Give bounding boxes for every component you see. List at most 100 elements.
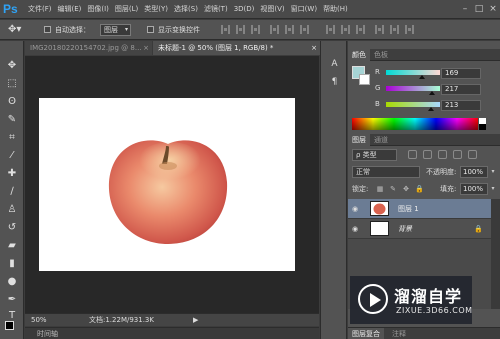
tab-color[interactable]: 颜色 [348, 49, 370, 61]
gradient-tool-icon[interactable]: ▮ [5, 257, 19, 270]
lock-position-icon[interactable]: ✥ [402, 185, 410, 193]
opacity-input[interactable]: 100% [460, 166, 488, 178]
layers-scrollbar[interactable] [491, 199, 500, 309]
menu-edit[interactable]: 编辑(E) [58, 0, 82, 19]
eraser-tool-icon[interactable]: ▰ [5, 239, 19, 252]
align-vcenter-icon[interactable] [236, 25, 245, 34]
menu-help[interactable]: 帮助(H) [323, 0, 348, 19]
eyedropper-tool-icon[interactable]: ⁄ [5, 149, 19, 162]
lock-all-icon[interactable]: 🔒 [415, 185, 424, 193]
menu-type[interactable]: 类型(Y) [144, 0, 168, 19]
history-brush-tool-icon[interactable]: ↺ [5, 221, 19, 234]
auto-select-dropdown[interactable]: 图层 ▾ [100, 24, 131, 36]
tab-layers[interactable]: 图层 [348, 134, 370, 146]
menu-select[interactable]: 选择(S) [174, 0, 198, 19]
blue-value-input[interactable]: 213 [441, 100, 481, 111]
tab-channels[interactable]: 通道 [370, 134, 392, 146]
menu-image[interactable]: 图像(I) [87, 0, 109, 19]
menu-filter[interactable]: 滤镜(T) [204, 0, 228, 19]
lasso-tool-icon[interactable]: ʘ [5, 95, 19, 108]
distribute-top-icon[interactable] [326, 25, 335, 34]
move-tool-icon[interactable]: ✥▾ [8, 23, 30, 37]
black-white-swatch[interactable] [479, 118, 486, 130]
layer-kind-filter-dropdown[interactable]: ρ 类型 [352, 149, 397, 161]
status-menu-arrow-icon[interactable]: ▶ [193, 314, 198, 327]
menu-view[interactable]: 视图(V) [260, 0, 284, 19]
minimize-button[interactable]: – [458, 0, 472, 19]
crop-tool-icon[interactable]: ⌗ [5, 131, 19, 144]
healing-brush-tool-icon[interactable]: ✚ [5, 167, 19, 180]
red-channel-slider[interactable] [386, 70, 440, 79]
quick-select-tool-icon[interactable]: ✎ [5, 113, 19, 126]
layer-thumbnail [370, 221, 389, 236]
marquee-tool-icon[interactable]: ⬚ [5, 77, 19, 90]
visibility-eye-icon[interactable]: ◉ [352, 205, 362, 213]
foreground-color-swatch[interactable] [5, 321, 14, 330]
timeline-bar[interactable]: 时间轴 [25, 327, 319, 339]
align-left-icon[interactable] [270, 25, 279, 34]
menu-file[interactable]: 文件(F) [28, 0, 52, 19]
menu-layer[interactable]: 图层(L) [115, 0, 138, 19]
tab-img-jpg[interactable]: IMG20180220154702.jpg @ 8... × [25, 41, 152, 55]
green-value-input[interactable]: 217 [441, 84, 481, 95]
green-channel-slider[interactable] [386, 86, 440, 95]
align-hcenter-icon[interactable] [285, 25, 294, 34]
distribute-hcenter-icon[interactable] [390, 25, 399, 34]
auto-select-checkbox[interactable] [44, 26, 51, 33]
lock-transparent-icon[interactable]: ▦ [376, 185, 384, 193]
menu-3d[interactable]: 3D(D) [234, 0, 255, 19]
layer-row-background[interactable]: ◉ 背景 🔒 [348, 219, 491, 239]
distribute-left-icon[interactable] [375, 25, 384, 34]
shape-filter-icon[interactable] [453, 150, 462, 159]
adjustment-filter-icon[interactable] [423, 150, 432, 159]
watermark: 溜溜自学 ZIXUE.3D66.COM [350, 276, 472, 324]
visibility-eye-icon[interactable]: ◉ [352, 225, 362, 233]
document-canvas[interactable] [39, 98, 295, 271]
move-tool-icon[interactable]: ✥ [5, 59, 19, 72]
lock-image-icon[interactable]: ✎ [389, 185, 397, 193]
red-value-input[interactable]: 169 [441, 68, 481, 79]
brush-tool-icon[interactable]: ∕ [5, 185, 19, 198]
distribute-bottom-icon[interactable] [356, 25, 365, 34]
status-bar: 50% 文档:1.22M/931.3K ▶ [25, 313, 319, 326]
close-button[interactable]: × [486, 0, 500, 19]
blue-channel-slider[interactable] [386, 102, 440, 111]
align-right-icon[interactable] [300, 25, 309, 34]
zoom-field[interactable]: 50% [31, 314, 47, 327]
show-transform-checkbox[interactable] [147, 26, 154, 33]
blue-slider-thumb[interactable] [428, 107, 435, 111]
background-color[interactable] [359, 74, 370, 85]
distribute-vcenter-icon[interactable] [341, 25, 350, 34]
tab-layer-comps[interactable]: 图层复合 [348, 328, 384, 339]
tab-notes[interactable]: 注释 [388, 328, 410, 339]
tab-swatches[interactable]: 色板 [370, 49, 392, 61]
green-slider-thumb[interactable] [428, 91, 435, 95]
layer-filter-row: ρ 类型 [348, 148, 500, 162]
character-panel-icon[interactable]: A [329, 59, 340, 70]
pen-tool-icon[interactable]: ✒ [5, 293, 19, 306]
paragraph-panel-icon[interactable]: ¶ [329, 77, 340, 88]
apple-thumbnail-icon [373, 203, 386, 215]
distribute-right-icon[interactable] [405, 25, 414, 34]
fill-dropdown-icon[interactable]: ▾ [489, 183, 497, 195]
color-spectrum[interactable] [352, 118, 478, 130]
blend-mode-dropdown[interactable]: 正常 [352, 166, 420, 178]
menu-window[interactable]: 窗口(W) [291, 0, 317, 19]
tab-untitled-1[interactable]: 未标题-1 @ 50% (图层 1, RGB/8) * × [153, 41, 320, 55]
red-slider-thumb[interactable] [418, 75, 425, 79]
fill-input[interactable]: 100% [460, 183, 488, 195]
layer-row-layer-1[interactable]: ◉ 图层 1 [348, 199, 491, 219]
close-icon[interactable]: × [143, 41, 149, 55]
canvas-workspace[interactable] [25, 56, 319, 313]
blur-tool-icon[interactable]: ● [5, 275, 19, 288]
pixel-filter-icon[interactable] [408, 150, 417, 159]
maximize-button[interactable]: □ [472, 0, 486, 19]
opacity-dropdown-icon[interactable]: ▾ [489, 166, 497, 178]
fg-bg-color-picker[interactable] [352, 66, 372, 86]
close-icon[interactable]: × [311, 41, 317, 55]
align-bottom-icon[interactable] [251, 25, 260, 34]
align-top-icon[interactable] [221, 25, 230, 34]
clone-stamp-tool-icon[interactable]: ♙ [5, 203, 19, 216]
smart-object-filter-icon[interactable] [468, 150, 477, 159]
type-filter-icon[interactable] [438, 150, 447, 159]
